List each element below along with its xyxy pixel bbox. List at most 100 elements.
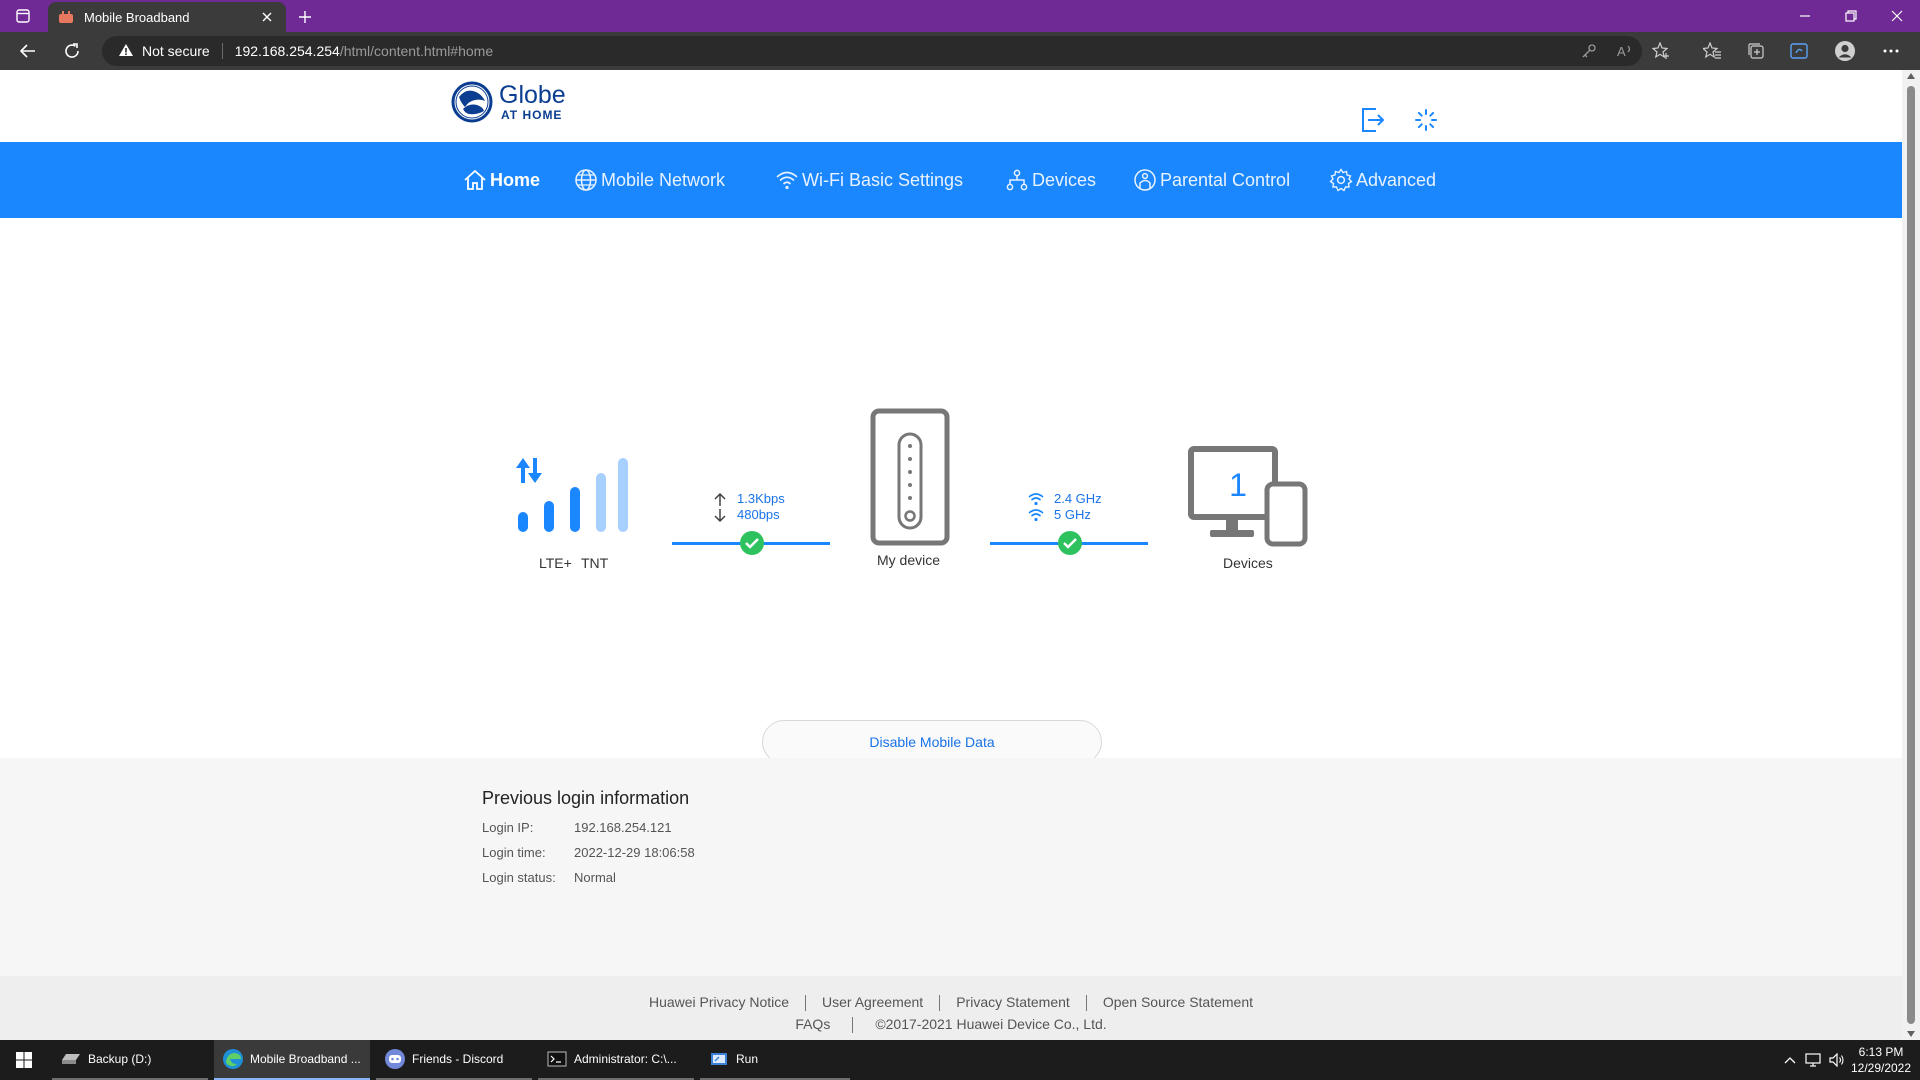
web-page: Globe AT HOME Home Mobile Network Wi-Fi … (0, 70, 1902, 1040)
network-type-label: LTE+ (539, 555, 572, 571)
clock-time: 6:13 PM (1858, 1045, 1904, 1059)
browser-toolbar: Not secure 192.168.254.254 /html/content… (0, 32, 1920, 70)
menu-home[interactable]: Home (462, 142, 540, 218)
login-time-value: 2022-12-29 18:06:58 (574, 845, 695, 860)
profile-avatar-icon[interactable] (1832, 38, 1858, 64)
router-device-icon[interactable] (870, 408, 950, 546)
menu-mobile-network-label: Mobile Network (601, 169, 726, 190)
login-info-title: Previous login information (482, 788, 690, 808)
url-path: /html/content.html#home (339, 43, 494, 59)
home-icon (462, 167, 488, 193)
wifi-icon (774, 167, 800, 193)
wifi-connected-check-icon (1058, 531, 1082, 555)
browser-tab[interactable]: Mobile Broadband (48, 2, 286, 32)
signal-strength-icon[interactable] (514, 456, 634, 536)
footer-links: Huawei Privacy Notice User Agreement Pri… (0, 994, 1902, 1011)
taskbar-label: Backup (D:) (88, 1052, 152, 1066)
taskbar-discord[interactable]: Friends - Discord (376, 1040, 532, 1080)
logout-icon[interactable] (1359, 106, 1387, 134)
carrier-label: TNT (581, 555, 609, 571)
tray-chevron-icon[interactable] (1780, 1040, 1800, 1080)
login-ip-label: Login IP: (482, 820, 534, 835)
upload-speed: 1.3Kbps (737, 491, 785, 506)
back-icon[interactable] (12, 36, 44, 66)
taskbar-backup-drive[interactable]: Backup (D:) (52, 1040, 208, 1080)
footer-row-2: FAQs ©2017-2021 Huawei Device Co., Ltd. (0, 1016, 1902, 1033)
browser-titlebar: Mobile Broadband (0, 0, 1920, 32)
more-options-icon[interactable] (1878, 38, 1904, 64)
tab-actions-icon[interactable] (10, 7, 36, 25)
minimize-icon[interactable] (1782, 0, 1828, 32)
taskbar-label: Friends - Discord (412, 1052, 504, 1066)
privacy-statement-link[interactable]: Privacy Statement (940, 994, 1086, 1011)
taskbar-run[interactable]: Run (700, 1040, 850, 1080)
site-header: Globe AT HOME (0, 70, 1902, 142)
taskbar-clock[interactable]: 6:13 PM 12/29/2022 (1846, 1044, 1916, 1076)
scroll-down-icon[interactable] (1907, 1031, 1915, 1037)
windows-start-icon[interactable] (0, 1040, 48, 1080)
login-ip-value: 192.168.254.121 (574, 820, 672, 835)
open-source-statement-link[interactable]: Open Source Statement (1087, 994, 1269, 1011)
refresh-icon[interactable] (56, 36, 88, 66)
logo-sub: AT HOME (501, 108, 563, 122)
security-label[interactable]: Not secure (142, 43, 210, 59)
login-status-row: Login status: Normal (482, 870, 616, 885)
tab-close-icon[interactable] (258, 8, 276, 26)
band-5ghz: 5 GHz (1054, 507, 1091, 522)
page-scrollbar[interactable] (1902, 70, 1920, 1040)
previous-login-section: Previous login information Login IP: 192.… (0, 758, 1902, 976)
collections-icon[interactable] (1743, 38, 1769, 64)
new-tab-icon[interactable] (294, 6, 316, 28)
menu-devices-label: Devices (1032, 169, 1097, 190)
network-tray-icon[interactable] (1802, 1040, 1824, 1080)
globe-icon (573, 167, 599, 193)
login-ip-row: Login IP: 192.168.254.121 (482, 820, 672, 835)
copyright-text: ©2017-2021 Huawei Device Co., Ltd. (875, 1016, 1107, 1032)
volume-icon[interactable] (1826, 1040, 1848, 1080)
add-favorite-icon[interactable] (1648, 38, 1674, 64)
menu-wifi-label: Wi-Fi Basic Settings (802, 169, 964, 190)
loading-spinner-icon (1412, 106, 1440, 134)
menu-advanced-label: Advanced (1356, 169, 1437, 190)
scroll-up-icon[interactable] (1907, 73, 1915, 79)
globe-logo-icon (451, 81, 493, 123)
scrollbar-thumb[interactable] (1907, 86, 1915, 1024)
connection-status: LTE+ TNT 1.3Kbps 480bps My device 2.4 GH… (0, 218, 1902, 828)
download-arrow-icon (714, 509, 726, 522)
menu-parental-control-label: Parental Control (1160, 169, 1291, 190)
gear-icon (1328, 167, 1354, 193)
login-time-row: Login time: 2022-12-29 18:06:58 (482, 845, 695, 860)
login-status-label: Login status: (482, 870, 556, 885)
menu-parental-control[interactable]: Parental Control (1132, 142, 1290, 218)
close-window-icon[interactable] (1874, 0, 1920, 32)
globe-logo[interactable]: Globe AT HOME (451, 81, 566, 123)
devices-count: 1 (1229, 467, 1247, 503)
warning-icon[interactable] (118, 43, 134, 60)
logo-brand: Globe (499, 81, 566, 109)
taskbar-edge-browser[interactable]: Mobile Broadband ... (214, 1040, 370, 1080)
taskbar-command-prompt[interactable]: Administrator: C:\... (538, 1040, 694, 1080)
network-icon (1004, 167, 1030, 193)
run-icon (708, 1048, 730, 1070)
faqs-link[interactable]: FAQs (773, 1016, 852, 1033)
menu-advanced[interactable]: Advanced (1328, 142, 1436, 218)
wan-connected-check-icon (740, 531, 764, 555)
devices-label: Devices (1223, 555, 1273, 571)
restore-icon[interactable] (1828, 0, 1874, 32)
user-agreement-link[interactable]: User Agreement (806, 994, 939, 1011)
taskbar-label: Administrator: C:\... (574, 1052, 677, 1066)
favorites-icon[interactable] (1699, 38, 1725, 64)
menu-mobile-network[interactable]: Mobile Network (573, 142, 725, 218)
privacy-notice-link[interactable]: Huawei Privacy Notice (633, 994, 805, 1011)
read-aloud-icon[interactable]: A (1612, 38, 1638, 64)
login-time-label: Login time: (482, 845, 546, 860)
upload-arrow-icon (714, 493, 726, 506)
menu-wifi-basic-settings[interactable]: Wi-Fi Basic Settings (774, 142, 963, 218)
tab-title: Mobile Broadband (84, 9, 190, 25)
address-bar[interactable]: Not secure 192.168.254.254 /html/content… (102, 36, 1642, 66)
key-icon[interactable] (1576, 38, 1602, 64)
download-speed: 480bps (737, 507, 780, 522)
edge-bar-icon[interactable] (1786, 38, 1812, 64)
menu-devices[interactable]: Devices (1004, 142, 1096, 218)
discord-icon (384, 1048, 406, 1070)
